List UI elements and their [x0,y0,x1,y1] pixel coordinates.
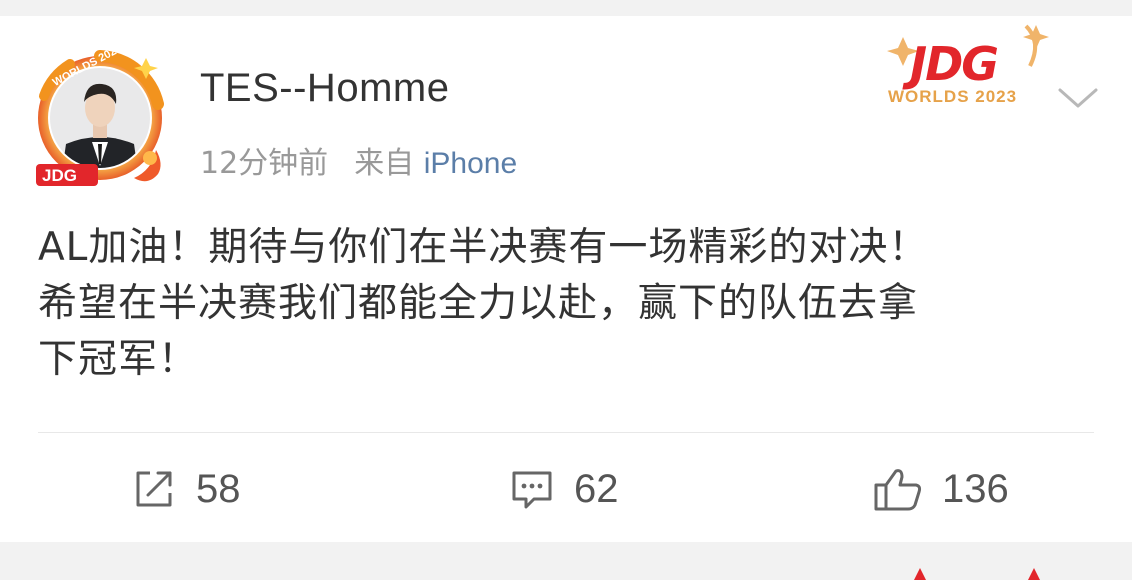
comment-icon [512,471,552,509]
post-content-line: 下冠军！ [38,337,199,382]
avatar[interactable]: WORLDS 2023 JDG [30,42,170,186]
like-count: 136 [942,466,1009,511]
weibo-post-card: WORLDS 2023 JDG TES--Homme 12分钟前 来自 iPhon… [0,16,1132,542]
post-content-line: 希望在半决赛我们都能全力以赴，赢下的队伍去拿 [38,281,919,326]
post-content: AL加油！期待与你们在半决赛有一场精彩的对决！ 希望在半决赛我们都能全力以赴，赢… [38,220,1098,388]
avatar-badge-text: JDG [42,166,77,185]
team-badge: JDG WORLDS 2023 [876,18,1056,108]
team-badge-logo: JDG [902,37,997,91]
like-button[interactable]: 136 [872,464,1009,514]
post-time: 12分钟前 [200,146,329,181]
username[interactable]: TES--Homme [200,66,449,111]
comment-button[interactable]: 62 [508,464,619,514]
source-prefix: 来自 [354,146,415,181]
repost-button[interactable]: 58 [130,464,241,514]
post-meta: 12分钟前 来自 iPhone [200,138,517,182]
avatar-image: WORLDS 2023 JDG [36,42,164,186]
next-post-badge-peek [900,562,1050,580]
more-options-chevron-icon[interactable] [1054,78,1102,118]
thumbs-up-icon [874,469,922,511]
repost-count: 58 [196,466,241,511]
share-edit-icon [136,471,172,507]
team-badge-subtitle: WORLDS 2023 [888,87,1017,106]
divider [38,432,1094,433]
source-device[interactable]: iPhone [424,147,517,180]
comment-count: 62 [574,466,619,511]
post-content-line: AL加油！期待与你们在半决赛有一场精彩的对决！ [38,225,929,270]
